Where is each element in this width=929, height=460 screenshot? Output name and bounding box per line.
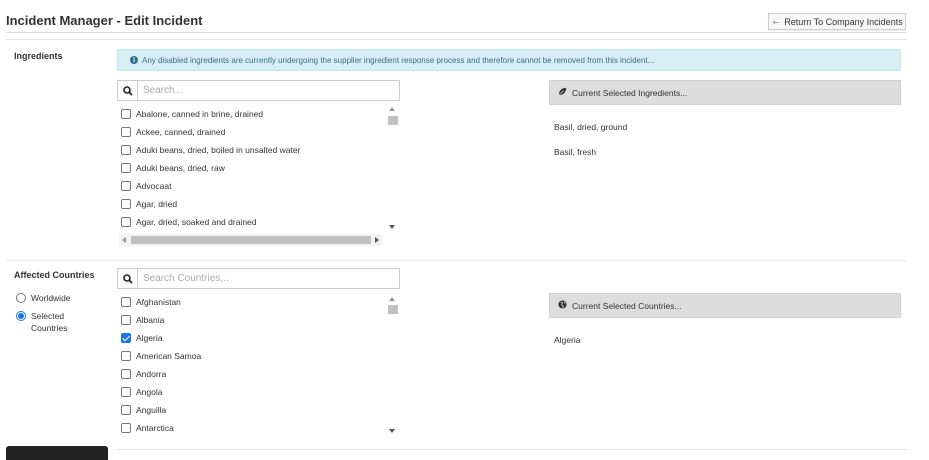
selected-ingredients-header: Current Selected Ingredients... bbox=[549, 80, 901, 105]
info-alert: i Any disabled ingredients are currently… bbox=[117, 49, 901, 71]
selected-countries-title: Current Selected Countries... bbox=[572, 300, 682, 311]
item-checkbox[interactable] bbox=[121, 127, 131, 137]
section-divider bbox=[6, 39, 907, 40]
info-icon: i bbox=[130, 56, 138, 64]
item-checkbox[interactable] bbox=[121, 297, 131, 307]
bottom-divider bbox=[117, 449, 907, 450]
item-checkbox[interactable] bbox=[121, 163, 131, 173]
selected-ingredient-item: Basil, fresh bbox=[554, 147, 597, 157]
list-item[interactable]: Aduki beans, dried, boiled in unsalted w… bbox=[117, 141, 400, 159]
list-item[interactable]: Albania bbox=[117, 311, 400, 329]
ingredient-search-group bbox=[117, 80, 400, 101]
item-label: Advocaat bbox=[136, 181, 172, 191]
item-label: Algeria bbox=[136, 333, 163, 343]
worldwide-radio[interactable] bbox=[16, 293, 26, 303]
ingredient-search-input[interactable] bbox=[138, 81, 399, 100]
selected-countries-header: Current Selected Countries... bbox=[549, 293, 901, 318]
list-item[interactable]: Agar, dried, soaked and drained bbox=[117, 213, 400, 231]
item-label: Aduki beans, dried, raw bbox=[136, 163, 225, 173]
item-checkbox[interactable] bbox=[121, 351, 131, 361]
item-checkbox[interactable] bbox=[121, 333, 131, 343]
item-checkbox[interactable] bbox=[121, 217, 131, 227]
affected-countries-label: Affected Countries bbox=[14, 270, 95, 280]
list-item[interactable]: Angola bbox=[117, 383, 400, 401]
selected-country-item: Algeria bbox=[554, 335, 581, 345]
list-item[interactable]: Afghanistan bbox=[117, 293, 400, 311]
country-list[interactable]: Afghanistan Albania Algeria American Samoa A… bbox=[117, 293, 400, 437]
item-checkbox[interactable] bbox=[121, 145, 131, 155]
country-list-scrollbar[interactable] bbox=[386, 293, 398, 437]
item-label: Abalone, canned in brine, drained bbox=[136, 109, 264, 119]
worldwide-label: Worldwide bbox=[31, 293, 71, 303]
leaf-icon bbox=[558, 87, 567, 98]
globe-icon bbox=[558, 300, 567, 311]
selected-ingredients-title: Current Selected Ingredients... bbox=[572, 87, 688, 98]
item-checkbox[interactable] bbox=[121, 369, 131, 379]
item-checkbox[interactable] bbox=[121, 199, 131, 209]
item-label: Agar, dried, soaked and drained bbox=[136, 217, 257, 227]
radio-worldwide[interactable]: Worldwide bbox=[16, 293, 71, 303]
ingredient-list-scrollbar[interactable] bbox=[386, 105, 398, 231]
selected-countries-radio[interactable] bbox=[16, 311, 26, 321]
title-divider bbox=[6, 32, 907, 33]
save-button[interactable] bbox=[6, 446, 108, 460]
list-item[interactable]: Agar, dried bbox=[117, 195, 400, 213]
list-item[interactable]: Advocaat bbox=[117, 177, 400, 195]
list-item[interactable]: Algeria bbox=[117, 329, 400, 347]
item-checkbox[interactable] bbox=[121, 109, 131, 119]
item-label: Andorra bbox=[136, 369, 167, 379]
page-title: Incident Manager - Edit Incident bbox=[6, 13, 203, 28]
list-item[interactable]: Ackee, canned, drained bbox=[117, 123, 400, 141]
selected-countries-label: Selected Countries bbox=[31, 311, 68, 333]
return-to-incidents-button[interactable]: ← Return To Company Incidents bbox=[768, 13, 906, 30]
item-label: Agar, dried bbox=[136, 199, 178, 209]
item-label: Albania bbox=[136, 315, 165, 325]
list-item[interactable]: Andorra bbox=[117, 365, 400, 383]
item-label: Angola bbox=[136, 387, 163, 397]
ingredient-list-hscrollbar[interactable] bbox=[119, 234, 382, 246]
selected-ingredient-item: Basil, dried, ground bbox=[554, 122, 628, 132]
list-item[interactable]: Aduki beans, dried, raw bbox=[117, 159, 400, 177]
item-checkbox[interactable] bbox=[121, 387, 131, 397]
country-search-group bbox=[117, 268, 400, 289]
item-label: Antarctica bbox=[136, 423, 174, 433]
return-button-label: Return To Company Incidents bbox=[784, 16, 903, 27]
country-search-input[interactable] bbox=[138, 269, 399, 288]
arrow-left-icon: ← bbox=[771, 15, 782, 27]
list-item[interactable]: Abalone, canned in brine, drained bbox=[117, 105, 400, 123]
item-checkbox[interactable] bbox=[121, 405, 131, 415]
radio-selected-countries[interactable]: Selected Countries bbox=[16, 311, 81, 334]
item-label: Afghanistan bbox=[136, 297, 181, 307]
item-checkbox[interactable] bbox=[121, 423, 131, 433]
item-label: American Samoa bbox=[136, 351, 202, 361]
item-label: Anguilla bbox=[136, 405, 167, 415]
search-icon bbox=[118, 269, 138, 288]
section-divider bbox=[6, 260, 907, 261]
item-label: Ackee, canned, drained bbox=[136, 127, 226, 137]
search-icon bbox=[118, 81, 138, 100]
alert-text: Any disabled ingredients are currently u… bbox=[142, 55, 655, 65]
list-item[interactable]: American Samoa bbox=[117, 347, 400, 365]
item-label: Aduki beans, dried, boiled in unsalted w… bbox=[136, 145, 301, 155]
list-item[interactable]: Antarctica bbox=[117, 419, 400, 437]
item-checkbox[interactable] bbox=[121, 315, 131, 325]
item-checkbox[interactable] bbox=[121, 181, 131, 191]
ingredient-list[interactable]: Abalone, canned in brine, drained Ackee, … bbox=[117, 105, 400, 231]
ingredients-label: Ingredients bbox=[14, 51, 63, 61]
list-item[interactable]: Anguilla bbox=[117, 401, 400, 419]
